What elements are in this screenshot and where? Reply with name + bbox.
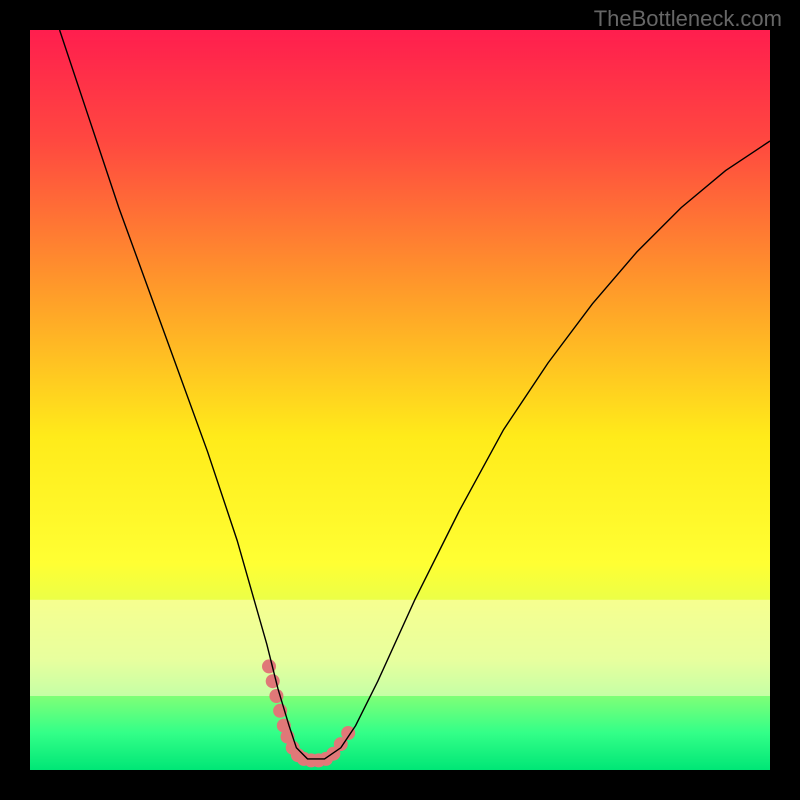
chart-container: [30, 30, 770, 770]
attribution-text: TheBottleneck.com: [594, 6, 782, 32]
pale-band: [30, 600, 770, 696]
bottleneck-chart: [30, 30, 770, 770]
